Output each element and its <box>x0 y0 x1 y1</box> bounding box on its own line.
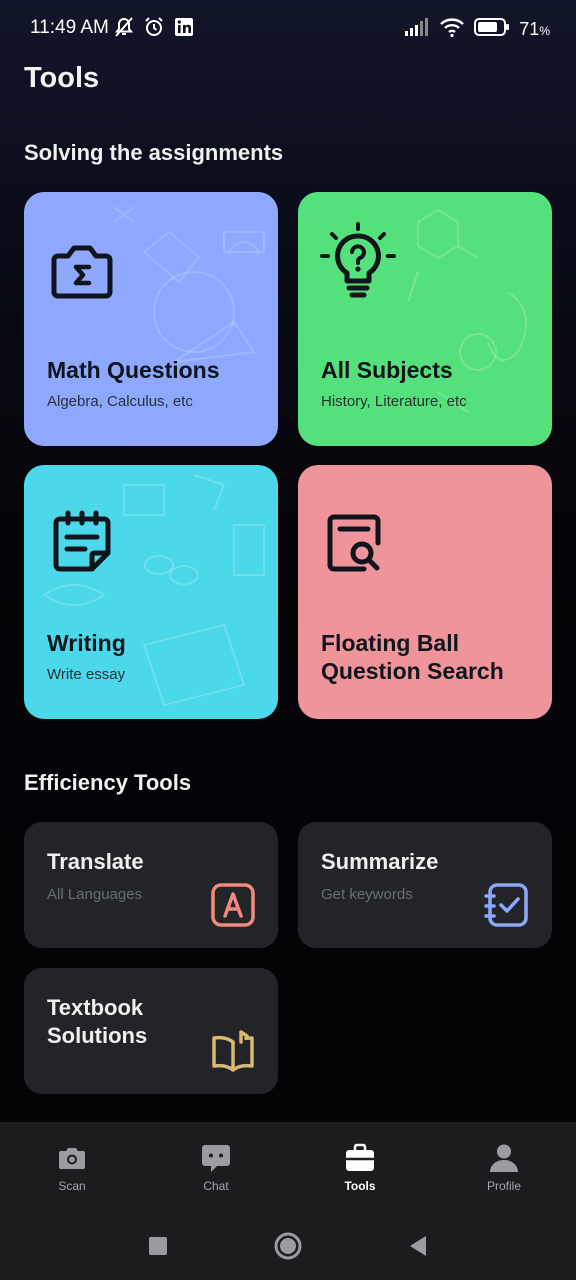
tab-scan[interactable]: Scan <box>0 1122 144 1210</box>
tab-label: Chat <box>203 1179 229 1193</box>
card-title: All Subjects <box>321 357 453 383</box>
open-book-icon <box>212 1030 254 1072</box>
lightbulb-question-icon <box>320 222 396 298</box>
section-title-assignments: Solving the assignments <box>24 140 284 165</box>
notepad-icon <box>53 510 111 572</box>
card-title: Math Questions <box>47 357 220 383</box>
status-bar: 11:49 AM 71% <box>0 0 576 56</box>
status-time: 11:49 AM <box>30 17 109 38</box>
tool-title: Translate <box>47 849 144 874</box>
page-title: Tools <box>24 62 100 94</box>
tool-title-line-2: Solutions <box>47 1023 148 1048</box>
bottom-tab-bar: Scan Chat Tools Profile <box>0 1122 576 1210</box>
battery-percent-value: 71 <box>519 19 540 39</box>
recent-apps-button[interactable] <box>140 1228 176 1264</box>
summarize-tool-card[interactable]: Summarize Get keywords <box>298 822 552 948</box>
search-document-icon <box>327 514 381 572</box>
tab-label: Tools <box>344 1179 376 1193</box>
battery-icon <box>474 17 510 42</box>
card-title-line-1: Floating Ball <box>321 630 459 656</box>
chat-bubble-icon <box>202 1145 230 1172</box>
tool-subtitle: Get keywords <box>321 886 413 903</box>
tab-chat[interactable]: Chat <box>144 1122 288 1210</box>
alarm-icon <box>143 16 165 38</box>
tool-title-line-1: Textbook <box>47 995 144 1020</box>
mute-notifications-icon <box>113 16 135 38</box>
card-subtitle: History, Literature, etc <box>321 393 467 410</box>
all-subjects-card[interactable]: All Subjects History, Literature, etc <box>298 192 552 446</box>
wifi-icon <box>439 16 465 43</box>
tab-label: Profile <box>486 1179 521 1193</box>
tab-tools[interactable]: Tools <box>288 1122 432 1210</box>
sigma-camera-icon <box>51 245 113 299</box>
translate-tool-card[interactable]: Translate All Languages <box>24 822 278 948</box>
card-title-line-2: Question Search <box>321 658 504 684</box>
tool-title: Summarize <box>321 849 439 874</box>
back-button[interactable] <box>400 1228 436 1264</box>
battery-percent-unit: % <box>539 24 550 38</box>
floating-ball-question-search-card[interactable]: Floating Ball Question Search <box>298 465 552 719</box>
tool-subtitle: All Languages <box>47 886 143 903</box>
battery-percent: 71% <box>519 19 550 40</box>
section-title-efficiency: Efficiency Tools <box>24 770 192 795</box>
camera-icon <box>59 1148 85 1169</box>
textbook-solutions-tool-card[interactable]: Textbook Solutions <box>24 968 278 1094</box>
home-button[interactable] <box>270 1228 306 1264</box>
translate-a-icon <box>211 883 255 927</box>
signal-icon <box>404 17 430 42</box>
system-navigation-bar <box>0 1210 576 1280</box>
writing-card[interactable]: Writing Write essay <box>24 465 278 719</box>
linkedin-icon <box>173 16 195 38</box>
card-title: Writing <box>47 630 126 656</box>
tab-profile[interactable]: Profile <box>432 1122 576 1210</box>
tab-label: Scan <box>58 1179 86 1193</box>
card-subtitle: Algebra, Calculus, etc <box>47 393 193 410</box>
checklist-icon <box>484 883 528 927</box>
briefcase-icon <box>346 1143 374 1171</box>
card-subtitle: Write essay <box>47 666 126 683</box>
math-questions-card[interactable]: Math Questions Algebra, Calculus, etc <box>24 192 278 446</box>
person-icon <box>490 1144 518 1172</box>
